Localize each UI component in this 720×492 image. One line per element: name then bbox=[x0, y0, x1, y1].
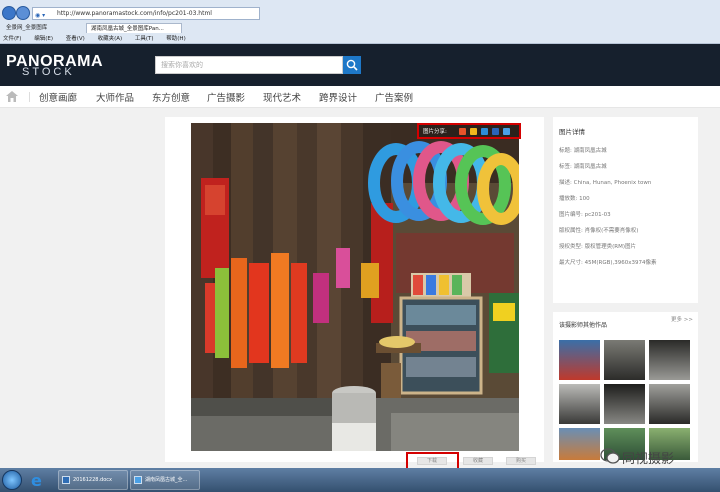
nav-item-creative-gallery[interactable]: 创意画廊 bbox=[39, 90, 77, 104]
details-title: 图片详情 bbox=[559, 128, 585, 136]
detail-max-size: 最大尺寸: 45M(RGB),3960x3974像素 bbox=[559, 260, 657, 266]
watermark-text: 同视摄影 bbox=[622, 452, 675, 467]
browser-chrome: ◉ ▾ http://www.panoramastock.com/info/pc… bbox=[0, 0, 720, 44]
nav-item-oriental-creative[interactable]: 东方创意 bbox=[152, 90, 190, 104]
tab-label: 湖南凤凰古城_全景图库Pan... bbox=[91, 26, 164, 32]
nav-item-modern-art[interactable]: 现代艺术 bbox=[263, 90, 301, 104]
thumbnail[interactable] bbox=[559, 428, 600, 460]
wechat-icon bbox=[600, 448, 620, 464]
image-details-panel: 图片详情 标题: 湖南凤凰古城 标签: 湖南凤凰古城 描述: China, Hu… bbox=[553, 117, 698, 303]
share-label: 图片分享: bbox=[423, 129, 447, 135]
detail-description: 描述: China, Hunan, Phoenix town bbox=[559, 180, 652, 186]
url-text: http://www.panoramastock.com/info/pc201-… bbox=[57, 10, 212, 17]
weibo-icon[interactable] bbox=[459, 128, 466, 135]
detail-image-id: 图片编号: pc201-03 bbox=[559, 212, 611, 218]
taskbar-item-browser[interactable]: 湖南凤凰古城_全... bbox=[130, 470, 200, 490]
photographer-works-panel: 该摄影师其他作品 更多 >> bbox=[553, 312, 698, 462]
tencent-icon[interactable] bbox=[481, 128, 488, 135]
menu-edit[interactable]: 编辑(E) bbox=[34, 36, 53, 42]
thumbnail[interactable] bbox=[604, 340, 645, 380]
start-button[interactable] bbox=[2, 470, 22, 490]
renren-icon[interactable] bbox=[492, 128, 499, 135]
menu-help[interactable]: 帮助(H) bbox=[166, 36, 185, 42]
tab-strip: 全景网_全景图库 湖南凤凰古城_全景图库Pan... bbox=[0, 23, 720, 33]
buy-button[interactable]: 购买 bbox=[506, 457, 536, 465]
forward-button[interactable] bbox=[16, 6, 30, 20]
home-icon[interactable] bbox=[5, 90, 19, 103]
address-bar[interactable]: ◉ ▾ http://www.panoramastock.com/info/pc… bbox=[32, 7, 260, 20]
menu-bar: 文件(F) 编辑(E) 查看(V) 收藏夹(A) 工具(T) 帮助(H) bbox=[0, 34, 720, 44]
menu-tools[interactable]: 工具(T) bbox=[135, 36, 154, 42]
thumbnail[interactable] bbox=[559, 384, 600, 424]
search-icon bbox=[346, 59, 358, 71]
ie-icon[interactable]: e bbox=[28, 470, 48, 490]
detail-title: 标题: 湖南凤凰古城 bbox=[559, 148, 607, 154]
main-photo[interactable] bbox=[191, 123, 519, 451]
photo-image bbox=[191, 123, 519, 451]
thumbnail[interactable] bbox=[649, 340, 690, 380]
tab-active[interactable]: 湖南凤凰古城_全景图库Pan... bbox=[86, 23, 182, 33]
site-header: PANORAMA STOCK 搜索你喜欢的 bbox=[0, 44, 720, 86]
tab-label: 全景网_全景图库 bbox=[6, 25, 48, 31]
page-icon: ◉ ▾ bbox=[35, 12, 46, 19]
detail-rights: 版权属性: 肖像权(不需要肖像权) bbox=[559, 228, 639, 234]
logo-subtitle: STOCK bbox=[22, 66, 75, 78]
share-bar: 图片分享: bbox=[417, 123, 521, 139]
thumbnail[interactable] bbox=[604, 384, 645, 424]
category-nav: 创意画廊 大师作品 东方创意 广告摄影 现代艺术 跨界设计 广告案例 bbox=[0, 86, 720, 108]
detail-tags: 标签: 湖南凤凰古城 bbox=[559, 164, 607, 170]
back-button[interactable] bbox=[2, 6, 16, 20]
nav-item-ad-photography[interactable]: 广告摄影 bbox=[207, 90, 245, 104]
thumbnail[interactable] bbox=[559, 340, 600, 380]
word-icon bbox=[62, 476, 70, 484]
thumbnail[interactable] bbox=[649, 384, 690, 424]
address-row: ◉ ▾ http://www.panoramastock.com/info/pc… bbox=[0, 6, 720, 22]
taskbar-item-word[interactable]: 20161228.docx bbox=[58, 470, 128, 490]
svg-text:e: e bbox=[31, 471, 42, 490]
taskbar-label: 湖南凤凰古城_全... bbox=[145, 477, 188, 483]
photo-actions: 下载 收藏 购买 bbox=[406, 452, 542, 472]
nav-divider bbox=[29, 92, 30, 102]
more-link[interactable]: 更多 >> bbox=[671, 317, 693, 324]
nav-item-master-works[interactable]: 大师作品 bbox=[96, 90, 134, 104]
taskbar-label: 20161228.docx bbox=[73, 477, 112, 483]
menu-favorites[interactable]: 收藏夹(A) bbox=[98, 36, 123, 42]
search-input[interactable]: 搜索你喜欢的 bbox=[155, 56, 343, 74]
search-button[interactable] bbox=[343, 56, 361, 74]
detail-license: 授权类型: 版权管理类(RM)图片 bbox=[559, 244, 636, 250]
taskbar: e 20161228.docx 湖南凤凰古城_全... bbox=[0, 468, 720, 492]
favorite-button[interactable]: 收藏 bbox=[463, 457, 493, 465]
works-title: 该摄影师其他作品 bbox=[559, 322, 608, 329]
more-share-icon[interactable] bbox=[503, 128, 510, 135]
nav-item-ad-cases[interactable]: 广告案例 bbox=[375, 90, 413, 104]
nav-item-crossover-design[interactable]: 跨界设计 bbox=[319, 90, 357, 104]
detail-views: 播放数: 100 bbox=[559, 196, 590, 202]
menu-file[interactable]: 文件(F) bbox=[3, 36, 21, 42]
browser-icon bbox=[134, 476, 142, 484]
watermark: 同视摄影 bbox=[598, 443, 710, 469]
tab-home[interactable]: 全景网_全景图库 bbox=[2, 23, 84, 33]
menu-view[interactable]: 查看(V) bbox=[66, 36, 85, 42]
qzone-icon[interactable] bbox=[470, 128, 477, 135]
